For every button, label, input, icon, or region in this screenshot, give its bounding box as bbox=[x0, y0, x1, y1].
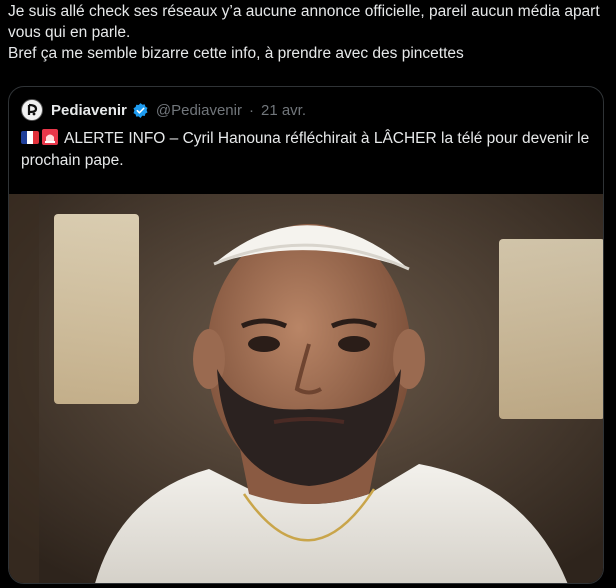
pediavenir-logo-icon bbox=[27, 103, 38, 116]
post-date[interactable]: 21 avr. bbox=[261, 102, 306, 119]
police-siren-icon bbox=[42, 129, 58, 145]
quoted-post-body: ALERTE INFO – Cyril Hanouna réfléchirait… bbox=[21, 130, 590, 169]
author-avatar[interactable] bbox=[21, 99, 43, 121]
author-name[interactable]: Pediavenir bbox=[51, 102, 127, 119]
verified-badge-icon bbox=[132, 102, 149, 119]
flag-france-icon bbox=[21, 131, 39, 144]
quoted-post-header: Pediavenir @Pediavenir · 21 avr. bbox=[21, 97, 306, 123]
author-handle[interactable]: @Pediavenir bbox=[156, 102, 242, 119]
post-text: Je suis allé check ses réseaux y’a aucun… bbox=[8, 3, 600, 62]
header-separator: · bbox=[248, 101, 254, 119]
quoted-post-image[interactable] bbox=[9, 194, 603, 583]
quoted-post-card[interactable]: Pediavenir @Pediavenir · 21 avr. ALERTE … bbox=[8, 86, 604, 584]
quoted-post-text: ALERTE INFO – Cyril Hanouna réfléchirait… bbox=[21, 128, 591, 172]
pope-portrait-image bbox=[9, 194, 603, 583]
